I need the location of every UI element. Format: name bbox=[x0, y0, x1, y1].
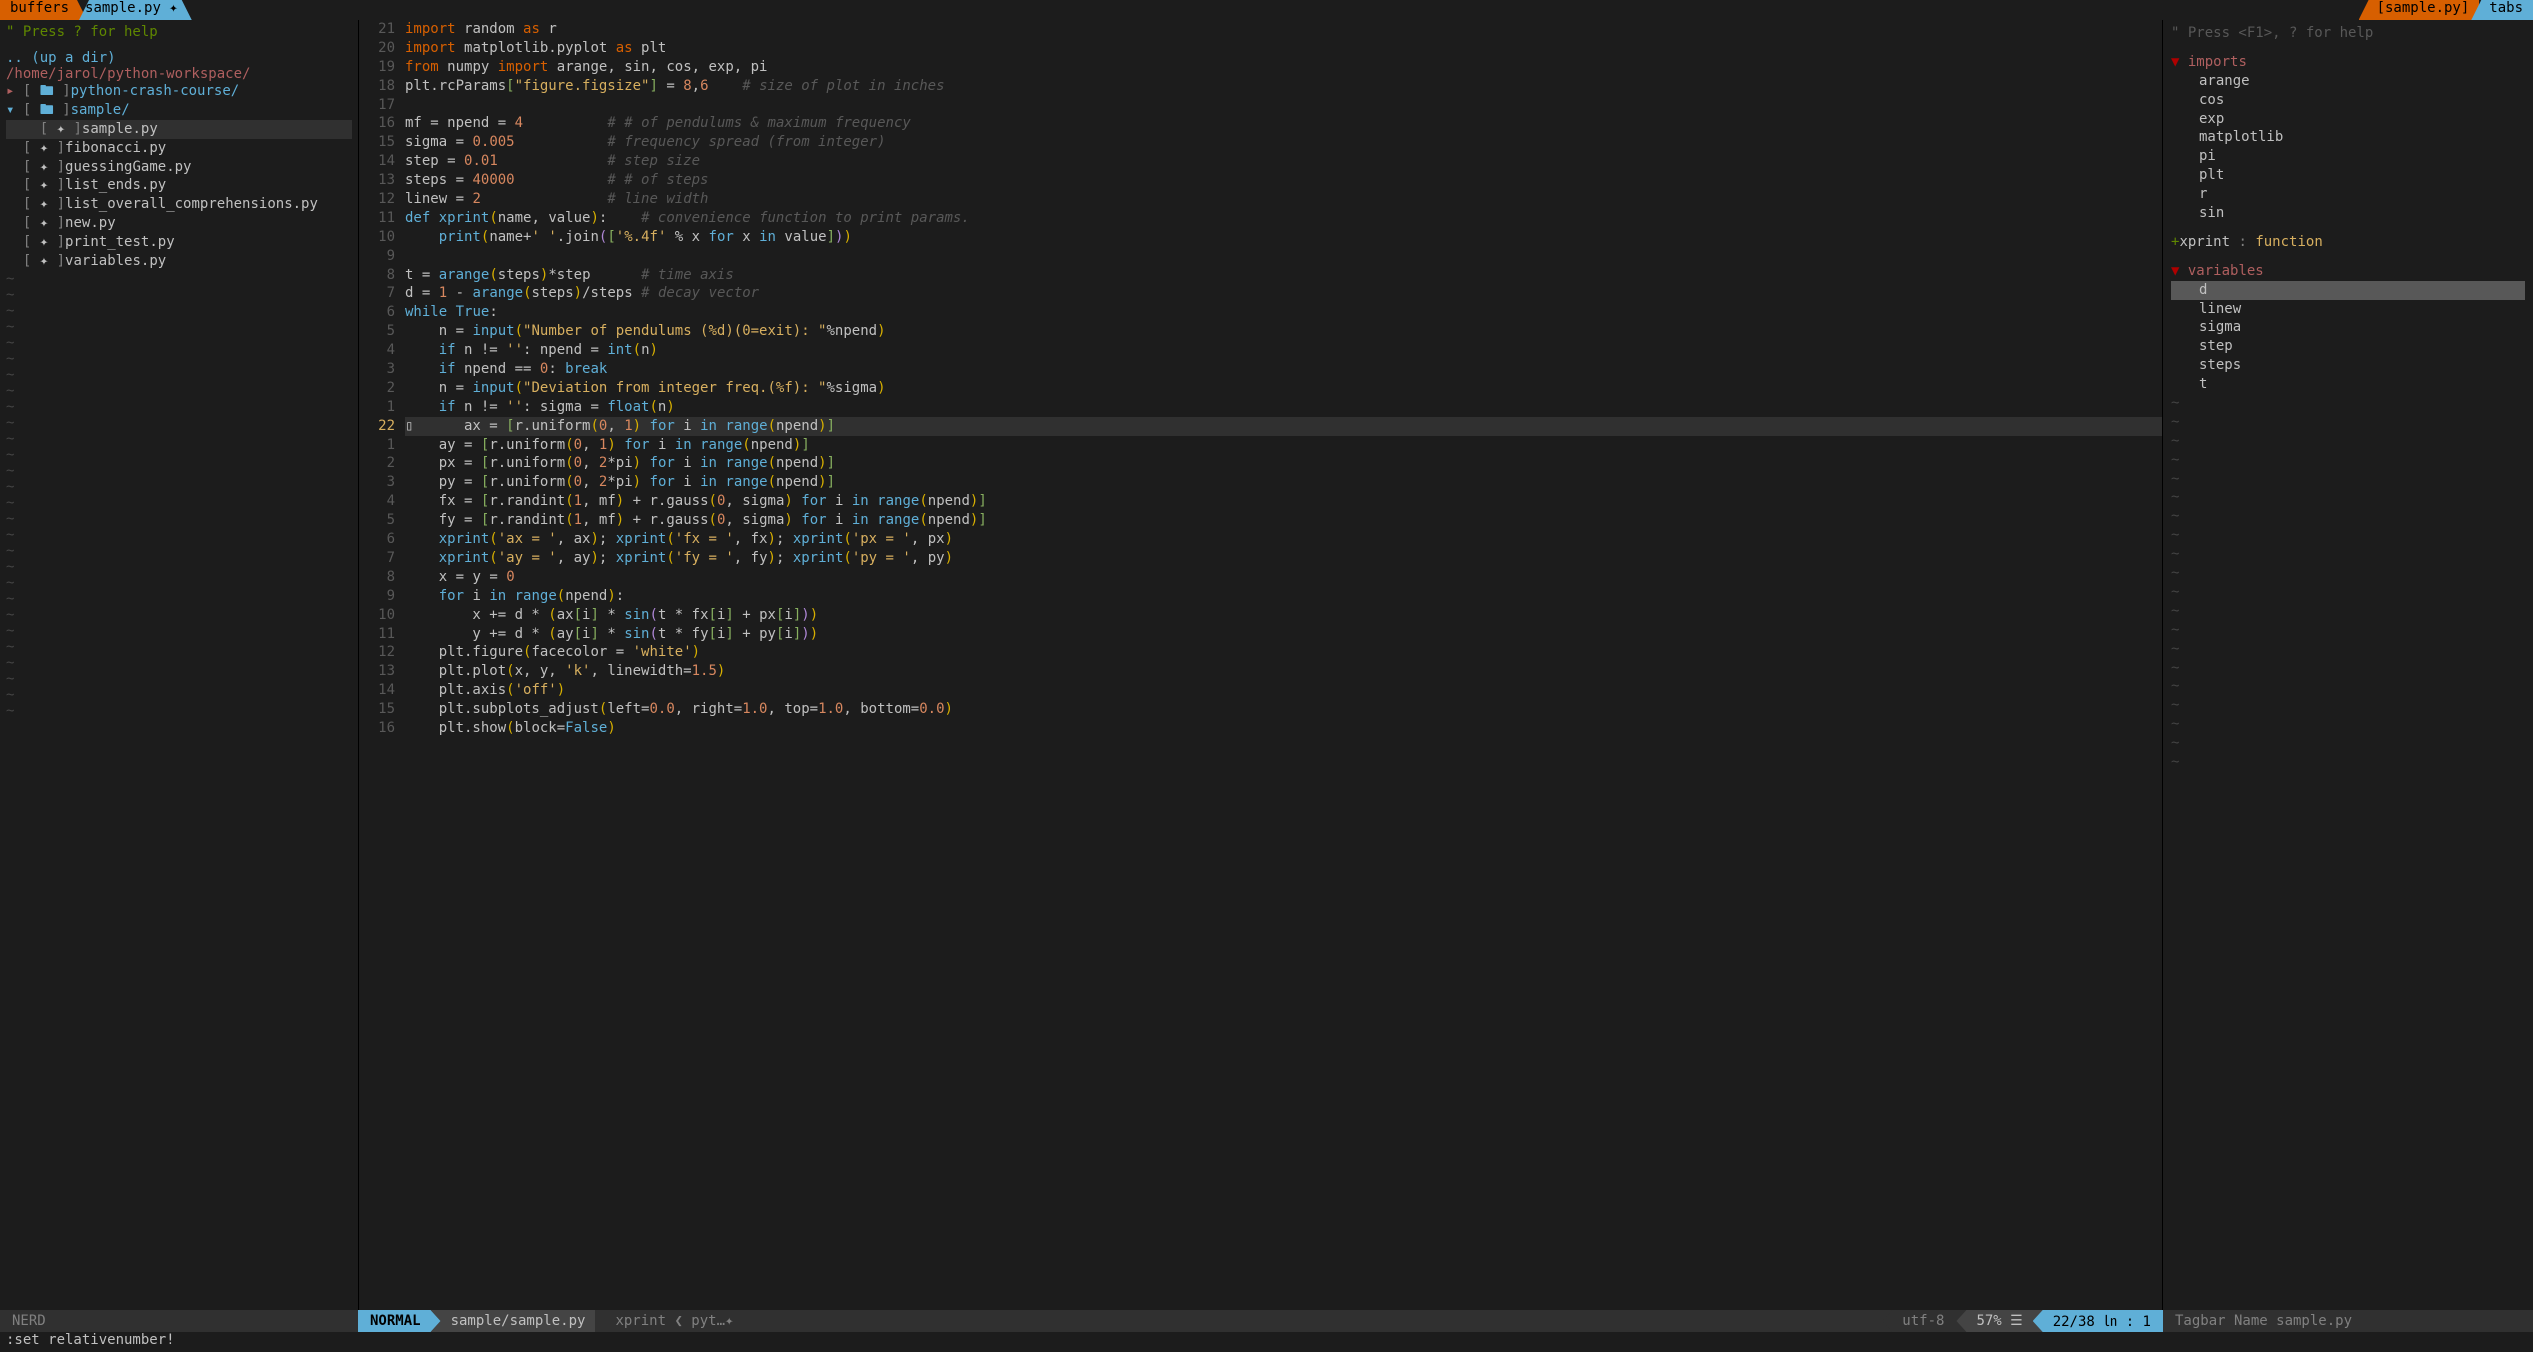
code-line[interactable]: x += d * (ax[i] * sin(t * fx[i] + px[i])… bbox=[405, 606, 2162, 625]
status-encoding: utf-8 bbox=[1882, 1310, 1956, 1332]
status-position: 22/38 ㏑ : 1 bbox=[2033, 1310, 2163, 1332]
code-line[interactable]: sigma = 0.005 # frequency spread (from i… bbox=[405, 133, 2162, 152]
tagbar-hint: " Press <F1>, ? for help bbox=[2171, 24, 2525, 43]
tagbar-variable-item[interactable]: step bbox=[2171, 337, 2525, 356]
code-line[interactable]: if n != '': npend = int(n) bbox=[405, 341, 2162, 360]
code-line[interactable]: py = [r.uniform(0, 2*pi) for i in range(… bbox=[405, 473, 2162, 492]
tagbar-variable-item[interactable]: t bbox=[2171, 375, 2525, 394]
command-line[interactable]: :set relativenumber! bbox=[0, 1332, 2533, 1352]
tab-bar: buffers sample.py ✦ [sample.py] tabs bbox=[0, 0, 2533, 20]
tabs-tab[interactable]: tabs bbox=[2471, 0, 2533, 20]
tagbar-variable-item[interactable]: linew bbox=[2171, 300, 2525, 319]
help-hint: " Press ? for help bbox=[6, 24, 352, 40]
code-line[interactable]: import matplotlib.pyplot as plt bbox=[405, 39, 2162, 58]
code-line[interactable]: ay = [r.uniform(0, 1) for i in range(npe… bbox=[405, 436, 2162, 455]
tree-file[interactable]: [ ✦ ]list_ends.py bbox=[6, 176, 352, 195]
tagbar-panel[interactable]: " Press <F1>, ? for help ▼ imports arang… bbox=[2163, 20, 2533, 1310]
current-path: /home/jarol/python-workspace/ bbox=[6, 66, 352, 82]
code-line[interactable]: ▯ ax = [r.uniform(0, 1) for i in range(n… bbox=[405, 417, 2162, 436]
code-line[interactable]: print(name+' '.join(['%.4f' % x for x in… bbox=[405, 228, 2162, 247]
line-number-gutter: 2120191817161514131211109876543212212345… bbox=[359, 20, 405, 1310]
buffers-tab[interactable]: buffers bbox=[0, 0, 87, 20]
code-line[interactable]: plt.subplots_adjust(left=0.0, right=1.0,… bbox=[405, 700, 2162, 719]
caret-down-icon: ▼ bbox=[2171, 263, 2179, 279]
code-line[interactable]: xprint('ay = ', ay); xprint('fy = ', fy)… bbox=[405, 549, 2162, 568]
tree-file[interactable]: [ ✦ ]variables.py bbox=[6, 252, 352, 271]
tagbar-variable-item[interactable]: d bbox=[2171, 281, 2525, 300]
tree-file[interactable]: [ ✦ ]guessingGame.py bbox=[6, 158, 352, 177]
code-line[interactable]: plt.plot(x, y, 'k', linewidth=1.5) bbox=[405, 662, 2162, 681]
status-context: xprint ❮ pyt…✦ bbox=[595, 1310, 745, 1332]
tree-dir[interactable]: ▾ [ 🖿 ]sample/ bbox=[6, 101, 352, 120]
file-tree-sidebar[interactable]: " Press ? for help .. (up a dir) /home/j… bbox=[0, 20, 358, 1310]
tagbar-import-item[interactable]: plt bbox=[2171, 166, 2525, 185]
code-line[interactable]: mf = npend = 4 # # of pendulums & maximu… bbox=[405, 114, 2162, 133]
caret-down-icon: ▼ bbox=[2171, 54, 2179, 70]
tagbar-section-variables[interactable]: ▼ variables bbox=[2171, 262, 2525, 281]
code-area[interactable]: import random as r import matplotlib.pyp… bbox=[405, 20, 2162, 1310]
code-line[interactable]: plt.axis('off') bbox=[405, 681, 2162, 700]
code-line[interactable]: y += d * (ay[i] * sin(t * fy[i] + py[i])… bbox=[405, 625, 2162, 644]
code-line[interactable]: from numpy import arange, sin, cos, exp,… bbox=[405, 58, 2162, 77]
status-mode: NORMAL bbox=[358, 1310, 441, 1332]
code-line[interactable]: d = 1 - arange(steps)/steps # decay vect… bbox=[405, 284, 2162, 303]
code-line[interactable]: t = arange(steps)*step # time axis bbox=[405, 266, 2162, 285]
code-line[interactable]: if n != '': sigma = float(n) bbox=[405, 398, 2162, 417]
code-editor[interactable]: 2120191817161514131211109876543212212345… bbox=[358, 20, 2163, 1310]
file-tree[interactable]: ▸ [ 🖿 ]python-crash-course/▾ [ 🖿 ]sample… bbox=[6, 82, 352, 271]
code-line[interactable]: plt.show(block=False) bbox=[405, 719, 2162, 738]
tab-file-right[interactable]: [sample.py] bbox=[2359, 0, 2480, 20]
code-line[interactable]: plt.rcParams["figure.figsize"] = 8,6 # s… bbox=[405, 77, 2162, 96]
tagbar-variable-item[interactable]: sigma bbox=[2171, 318, 2525, 337]
code-line[interactable]: fy = [r.randint(1, mf) + r.gauss(0, sigm… bbox=[405, 511, 2162, 530]
code-line[interactable]: steps = 40000 # # of steps bbox=[405, 171, 2162, 190]
tree-file[interactable]: [ ✦ ]fibonacci.py bbox=[6, 139, 352, 158]
buffer-tab-current[interactable]: sample.py ✦ bbox=[79, 0, 192, 20]
status-tagbar: Tagbar Name sample.py bbox=[2163, 1310, 2533, 1332]
code-line[interactable]: linew = 2 # line width bbox=[405, 190, 2162, 209]
code-line[interactable]: step = 0.01 # step size bbox=[405, 152, 2162, 171]
tree-dir[interactable]: ▸ [ 🖿 ]python-crash-course/ bbox=[6, 82, 352, 101]
code-line[interactable]: import random as r bbox=[405, 20, 2162, 39]
status-bar: NERD NORMAL sample/sample.py xprint ❮ py… bbox=[0, 1310, 2533, 1332]
tagbar-import-item[interactable]: matplotlib bbox=[2171, 128, 2525, 147]
status-filename: sample/sample.py bbox=[431, 1310, 606, 1332]
code-line[interactable]: xprint('ax = ', ax); xprint('fx = ', fx)… bbox=[405, 530, 2162, 549]
code-line[interactable]: px = [r.uniform(0, 2*pi) for i in range(… bbox=[405, 454, 2162, 473]
code-line[interactable]: def xprint(name, value): # convenience f… bbox=[405, 209, 2162, 228]
tagbar-xprint[interactable]: +xprint : function bbox=[2171, 233, 2525, 252]
code-line[interactable]: plt.figure(facecolor = 'white') bbox=[405, 643, 2162, 662]
code-line[interactable]: n = input("Number of pendulums (%d)(0=ex… bbox=[405, 322, 2162, 341]
tree-file[interactable]: [ ✦ ]new.py bbox=[6, 214, 352, 233]
tagbar-import-item[interactable]: arange bbox=[2171, 72, 2525, 91]
tree-file[interactable]: [ ✦ ]sample.py bbox=[6, 120, 352, 139]
status-nerd: NERD bbox=[0, 1310, 358, 1332]
code-line[interactable]: if npend == 0: break bbox=[405, 360, 2162, 379]
code-line[interactable]: for i in range(npend): bbox=[405, 587, 2162, 606]
tagbar-import-item[interactable]: cos bbox=[2171, 91, 2525, 110]
code-line[interactable] bbox=[405, 96, 2162, 115]
code-line[interactable]: while True: bbox=[405, 303, 2162, 322]
tagbar-import-item[interactable]: sin bbox=[2171, 204, 2525, 223]
tagbar-import-item[interactable]: exp bbox=[2171, 110, 2525, 129]
status-percent: 57% ☰ bbox=[1956, 1310, 2042, 1332]
tree-file[interactable]: [ ✦ ]list_overall_comprehensions.py bbox=[6, 195, 352, 214]
tree-file[interactable]: [ ✦ ]print_test.py bbox=[6, 233, 352, 252]
up-directory[interactable]: .. (up a dir) bbox=[6, 50, 352, 66]
code-line[interactable]: n = input("Deviation from integer freq.(… bbox=[405, 379, 2162, 398]
tagbar-import-item[interactable]: pi bbox=[2171, 147, 2525, 166]
code-line[interactable] bbox=[405, 247, 2162, 266]
code-line[interactable]: fx = [r.randint(1, mf) + r.gauss(0, sigm… bbox=[405, 492, 2162, 511]
tagbar-variable-item[interactable]: steps bbox=[2171, 356, 2525, 375]
code-line[interactable]: x = y = 0 bbox=[405, 568, 2162, 587]
tagbar-import-item[interactable]: r bbox=[2171, 185, 2525, 204]
tagbar-section-imports[interactable]: ▼ imports bbox=[2171, 53, 2525, 72]
